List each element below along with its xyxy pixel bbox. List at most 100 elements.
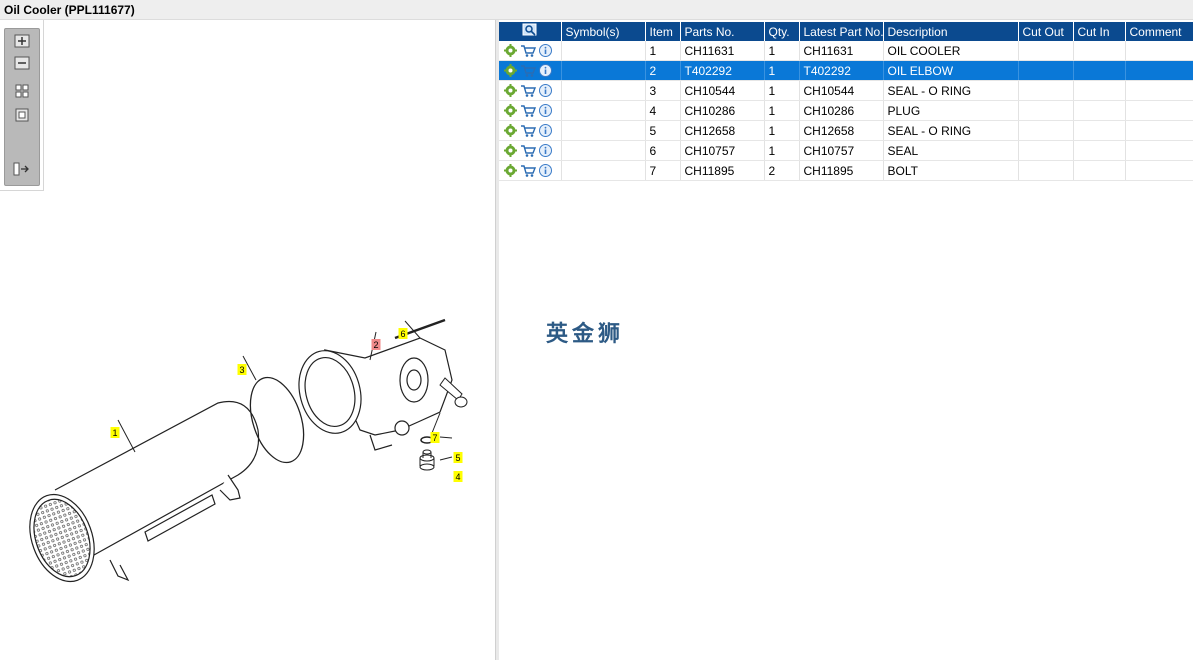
zoom-out-icon[interactable] <box>13 55 31 71</box>
actual-size-icon[interactable] <box>13 107 31 123</box>
cell-item: 7 <box>645 160 681 181</box>
gear-icon[interactable] <box>504 44 517 57</box>
cell-cut-in <box>1073 80 1126 101</box>
toolbar-frame <box>0 20 44 191</box>
row-actions <box>499 100 562 121</box>
callout-7[interactable]: 7 <box>430 432 440 443</box>
gear-icon[interactable] <box>504 144 517 157</box>
callout-label: 7 <box>432 433 437 443</box>
info-icon[interactable] <box>539 44 552 57</box>
cell-item: 2 <box>645 60 681 81</box>
cell-qty: 1 <box>764 100 800 121</box>
info-icon[interactable] <box>539 104 552 117</box>
cell-part: T402292 <box>680 60 765 81</box>
cell-cut-out <box>1018 120 1074 141</box>
cell-part: CH11631 <box>680 41 765 61</box>
table-row[interactable]: 4 CH10286 1 CH10286 PLUG <box>499 100 1193 121</box>
cell-latest: CH11631 <box>799 41 884 61</box>
cell-latest: CH11895 <box>799 160 884 181</box>
cell-latest: CH10544 <box>799 80 884 101</box>
gear-icon[interactable] <box>504 84 517 97</box>
gear-icon[interactable] <box>504 124 517 137</box>
column-header-qty[interactable]: Qty. <box>764 22 800 41</box>
cell-part: CH10757 <box>680 140 765 161</box>
part-plug[interactable] <box>419 449 435 471</box>
callout-4[interactable]: 4 <box>453 471 463 482</box>
info-icon[interactable] <box>539 64 552 77</box>
column-header-description[interactable]: Description <box>883 22 1019 41</box>
gear-icon[interactable] <box>504 104 517 117</box>
part-oil-cooler[interactable] <box>18 401 260 591</box>
column-header-cut-in[interactable]: Cut In <box>1073 22 1126 41</box>
exploded-diagram[interactable]: 1 2 3 4 5 6 7 <box>0 20 495 660</box>
cell-cut-in <box>1073 160 1126 181</box>
search-parts-header[interactable] <box>499 22 562 41</box>
callout-2[interactable]: 2 <box>371 339 381 350</box>
zoom-in-icon[interactable] <box>13 33 31 49</box>
callout-1[interactable]: 1 <box>110 427 120 438</box>
cell-desc: OIL COOLER <box>883 41 1019 61</box>
parts-table: Symbol(s) Item Parts No. Qty. Latest Part No… <box>499 22 1193 181</box>
gear-icon[interactable] <box>504 64 517 77</box>
cell-qty: 1 <box>764 60 800 81</box>
cell-part: CH11895 <box>680 160 765 181</box>
column-header-cut-out[interactable]: Cut Out <box>1018 22 1074 41</box>
table-row[interactable]: 6 CH10757 1 CH10757 SEAL <box>499 140 1193 161</box>
cell-cut-out <box>1018 100 1074 121</box>
table-row[interactable]: 7 CH11895 2 CH11895 BOLT <box>499 160 1193 181</box>
cell-latest: CH10286 <box>799 100 884 121</box>
cell-qty: 1 <box>764 120 800 141</box>
cart-icon[interactable] <box>520 124 536 137</box>
table-row[interactable]: 3 CH10544 1 CH10544 SEAL - O RING <box>499 80 1193 101</box>
search-icon[interactable] <box>522 23 538 37</box>
cell-desc: BOLT <box>883 160 1019 181</box>
cell-desc: OIL ELBOW <box>883 60 1019 81</box>
cell-comment <box>1125 80 1193 101</box>
cell-qty: 1 <box>764 80 800 101</box>
cell-item: 6 <box>645 140 681 161</box>
column-header-parts-no[interactable]: Parts No. <box>680 22 765 41</box>
callout-label: 5 <box>455 453 460 463</box>
illustration-pane[interactable]: 1 2 3 4 5 6 7 <box>0 20 495 660</box>
row-actions <box>499 41 562 61</box>
cart-icon[interactable] <box>520 144 536 157</box>
row-actions <box>499 160 562 181</box>
cell-desc: PLUG <box>883 100 1019 121</box>
gear-icon[interactable] <box>504 164 517 177</box>
cell-cut-in <box>1073 41 1126 61</box>
cell-latest: CH10757 <box>799 140 884 161</box>
cart-icon[interactable] <box>520 64 536 77</box>
toggle-list-icon[interactable] <box>13 161 31 177</box>
cell-qty: 1 <box>764 140 800 161</box>
column-header-latest-part-no[interactable]: Latest Part No. <box>799 22 884 41</box>
info-icon[interactable] <box>539 144 552 157</box>
table-row[interactable]: 1 CH11631 1 CH11631 OIL COOLER <box>499 41 1193 61</box>
cart-icon[interactable] <box>520 44 536 57</box>
info-icon[interactable] <box>539 84 552 97</box>
cart-icon[interactable] <box>520 104 536 117</box>
cell-comment <box>1125 160 1193 181</box>
callout-label: 3 <box>239 365 244 375</box>
cell-comment <box>1125 41 1193 61</box>
cell-item: 4 <box>645 100 681 121</box>
callout-3[interactable]: 3 <box>237 364 247 375</box>
column-header-item[interactable]: Item <box>645 22 681 41</box>
info-icon[interactable] <box>539 164 552 177</box>
fit-all-icon[interactable] <box>13 83 31 99</box>
window-title: Oil Cooler (PPL111677) <box>4 3 135 17</box>
part-oil-elbow[interactable] <box>290 318 453 451</box>
cart-icon[interactable] <box>520 164 536 177</box>
callout-6[interactable]: 6 <box>398 328 408 339</box>
cart-icon[interactable] <box>520 84 536 97</box>
table-row[interactable]: 5 CH12658 1 CH12658 SEAL - O RING <box>499 120 1193 141</box>
column-header-symbol-s[interactable]: Symbol(s) <box>561 22 646 41</box>
callout-5[interactable]: 5 <box>453 452 463 463</box>
cell-qty: 1 <box>764 41 800 61</box>
cell-symbols <box>561 100 646 121</box>
cell-comment <box>1125 60 1193 81</box>
table-row[interactable]: 2 T402292 1 T402292 OIL ELBOW <box>499 60 1193 81</box>
cell-comment <box>1125 120 1193 141</box>
cell-symbols <box>561 140 646 161</box>
column-header-comment[interactable]: Comment <box>1125 22 1193 41</box>
info-icon[interactable] <box>539 124 552 137</box>
